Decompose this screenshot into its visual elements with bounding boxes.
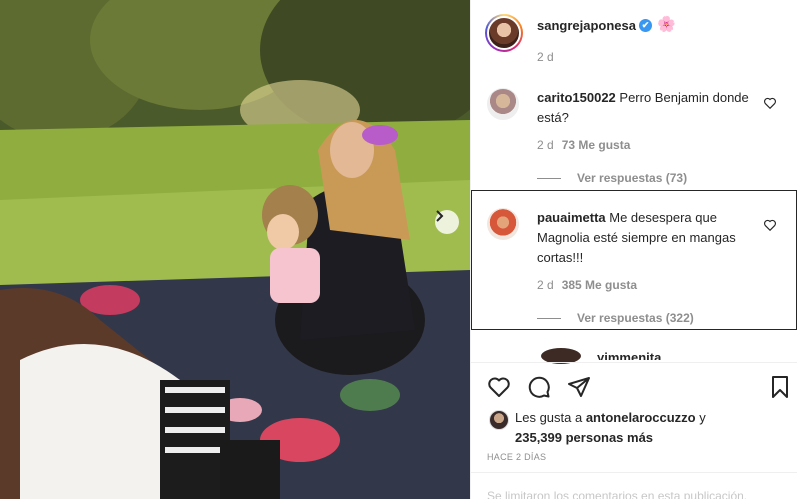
- comment-age: 2 d: [537, 138, 554, 152]
- photo-child-shirt: [270, 248, 320, 303]
- commenter-username[interactable]: pauaimetta: [537, 210, 606, 225]
- view-replies-label: Ver respuestas (322): [577, 311, 694, 325]
- likes-count-link[interactable]: 235,399 personas más: [515, 430, 653, 445]
- comment-likes[interactable]: 73 Me gusta: [562, 138, 631, 152]
- comment-text: pauaimetta Me desespera que Magnolia est…: [537, 208, 757, 268]
- view-replies-button[interactable]: Ver respuestas (322): [537, 311, 694, 325]
- post-timestamp[interactable]: HACE 2 DÍAS: [487, 452, 546, 462]
- verified-badge-icon: ✔: [639, 19, 652, 32]
- photo-illustration: [0, 0, 470, 499]
- commenter-avatar[interactable]: [487, 88, 519, 120]
- post-age: 2 d: [537, 50, 554, 64]
- heart-icon[interactable]: [487, 375, 511, 399]
- comment-meta: 2 d 385 Me gusta: [537, 278, 637, 292]
- share-icon[interactable]: [567, 375, 591, 399]
- post-actions: [471, 362, 797, 410]
- liker-avatar[interactable]: [489, 410, 509, 430]
- commenter-username[interactable]: carito150022: [537, 90, 616, 105]
- liker-username[interactable]: antonelaroccuzzo: [586, 410, 696, 425]
- flower-emoji: 🌸: [657, 16, 676, 33]
- comment-icon[interactable]: [527, 375, 551, 399]
- bookmark-icon[interactable]: [768, 375, 792, 399]
- comment-likes[interactable]: 385 Me gusta: [562, 278, 637, 292]
- post-header: sangrejaponesa ✔ 🌸 2 d: [471, 0, 797, 66]
- comments-limited-text: Se limitaron los comentarios en esta pub…: [487, 489, 748, 499]
- likes-text: Les gusta a antonelaroccuzzo y 235,399 p…: [515, 408, 785, 448]
- likes-prefix: Les gusta a: [515, 410, 586, 425]
- comment-like-heart-icon[interactable]: [763, 96, 777, 110]
- view-replies-label: Ver respuestas (73): [577, 171, 688, 185]
- photo-boot: [220, 440, 280, 499]
- replies-divider: [537, 317, 561, 319]
- commenter-avatar[interactable]: [487, 208, 519, 240]
- replies-divider: [537, 177, 561, 179]
- photo-flower-crown: [362, 125, 398, 145]
- comment-text: carito150022 Perro Benjamin donde está?: [537, 88, 757, 128]
- comment-age: 2 d: [537, 278, 554, 292]
- post-side-panel: sangrejaponesa ✔ 🌸 2 d carito150022 Perr…: [470, 0, 797, 499]
- view-replies-button[interactable]: Ver respuestas (73): [537, 171, 687, 185]
- comment-meta: 2 d 73 Me gusta: [537, 138, 630, 152]
- commenter-username-partial[interactable]: yimmenita: [597, 350, 661, 360]
- author-avatar[interactable]: [485, 14, 523, 52]
- chevron-right-icon: [436, 210, 444, 222]
- author-username[interactable]: sangrejaponesa: [537, 18, 636, 33]
- comment-like-heart-icon[interactable]: [763, 218, 777, 232]
- comments-limited-notice: Se limitaron los comentarios en esta pub…: [471, 472, 797, 499]
- likes-connector: y: [695, 410, 706, 425]
- photo-child-face: [267, 214, 299, 250]
- next-photo-button[interactable]: [435, 210, 459, 234]
- photo-girl-legs: [160, 380, 230, 499]
- likes-summary: Les gusta a antonelaroccuzzo y 235,399 p…: [471, 404, 797, 445]
- post-photo[interactable]: [0, 0, 470, 499]
- author-avatar-image: [487, 16, 521, 50]
- photo-leaves: [340, 379, 400, 411]
